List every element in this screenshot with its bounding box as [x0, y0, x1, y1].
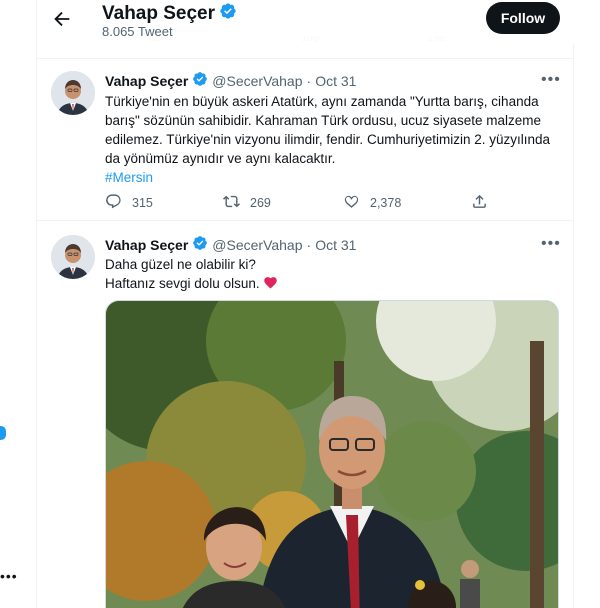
- reply-button[interactable]: 315: [105, 193, 153, 213]
- like-button[interactable]: 2,378: [343, 193, 401, 213]
- author-name[interactable]: Vahap Seçer: [105, 237, 188, 253]
- author-handle[interactable]: @SecerVahap: [212, 73, 302, 89]
- profile-header: Vahap Seçer 8.065 Tweet Follow: [37, 0, 574, 44]
- tweet-text: Türkiye'nin en büyük askeri Atatürk, ayn…: [105, 92, 563, 187]
- tweet-text-span: Haftanız sevgi dolu olsun.: [105, 276, 260, 291]
- header-title: Vahap Seçer: [102, 2, 216, 24]
- avatar[interactable]: [51, 235, 95, 279]
- tweet-text-line: Türkiye'nin en büyük askeri Atatürk, ayn…: [105, 94, 539, 109]
- tweet-photo[interactable]: [105, 300, 559, 608]
- meta-separator: ·: [306, 72, 312, 89]
- sidebar-button-edge[interactable]: [0, 426, 6, 440]
- verified-badge-icon: [192, 235, 208, 254]
- share-icon: [471, 193, 488, 213]
- verified-badge-icon: [192, 71, 208, 90]
- left-sidebar-edge: •••: [0, 0, 36, 608]
- timeline-column: 12 198 198 Vahap Seçer 8.065 Tweet Follo…: [36, 0, 574, 608]
- retweet-button[interactable]: 269: [223, 193, 271, 213]
- tweet-text-line: barış" sözünün sahibidir. Kahraman Türk …: [105, 113, 542, 128]
- tweet-actions: 315 269 2,378: [105, 193, 525, 213]
- back-arrow-icon[interactable]: [51, 8, 73, 30]
- meta-separator: ·: [306, 236, 312, 253]
- retweet-count: 269: [250, 196, 271, 210]
- reply-icon: [105, 193, 122, 213]
- like-count: 2,378: [370, 196, 402, 210]
- tweet[interactable]: Vahap Seçer @SecerVahap · Oct 31 ••• Tür…: [37, 58, 574, 220]
- more-icon[interactable]: •••: [541, 235, 561, 253]
- tweet-count: 8.065 Tweet: [102, 24, 173, 39]
- reply-count: 315: [132, 196, 153, 210]
- follow-button[interactable]: Follow: [486, 2, 560, 34]
- more-icon[interactable]: •••: [0, 568, 18, 584]
- tweet-text-line: Daha güzel ne olabilir ki?: [105, 257, 256, 272]
- tweet-text-line: edilemez. Türkiye'nin vizyonu ilimdir, f…: [105, 132, 551, 147]
- more-icon[interactable]: •••: [541, 71, 561, 89]
- avatar[interactable]: [51, 71, 95, 115]
- hashtag-link[interactable]: #Mersin: [105, 168, 563, 187]
- red-heart-emoji-icon: [263, 276, 278, 291]
- author-name[interactable]: Vahap Seçer: [105, 73, 188, 89]
- heart-icon: [343, 193, 360, 213]
- tweet-date[interactable]: Oct 31: [315, 73, 356, 89]
- share-button[interactable]: [471, 193, 488, 213]
- tweet-text-line: da yönümüz aynıdır ve aynı kalacaktır.: [105, 151, 336, 166]
- verified-badge-icon: [219, 2, 237, 25]
- tweet-text-line: Haftanız sevgi dolu olsun.: [105, 274, 563, 293]
- author-handle[interactable]: @SecerVahap: [212, 237, 302, 253]
- retweet-icon: [223, 193, 240, 213]
- tweet-date[interactable]: Oct 31: [315, 237, 356, 253]
- tweet-text: Daha güzel ne olabilir ki? Haftanız sevg…: [105, 255, 563, 293]
